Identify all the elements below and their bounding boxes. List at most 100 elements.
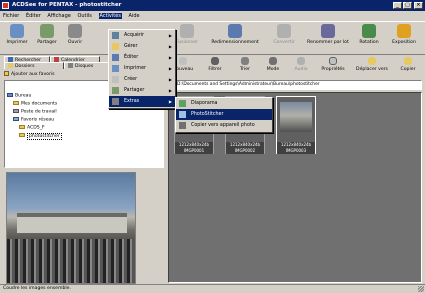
manage-icon: [112, 43, 119, 50]
folder-icon: [13, 101, 19, 105]
extras-icon: [112, 98, 119, 105]
sort-icon: [241, 57, 249, 65]
rotate-button[interactable]: Rotation: [356, 24, 382, 45]
menu-item-copy-to-camera[interactable]: Copier vers appareil photo: [176, 120, 272, 131]
thumbnail-imgp0003[interactable]: 1212x840x24b IMGP0003: [276, 96, 316, 154]
submenu-arrow-icon: ▶: [168, 55, 172, 60]
favorites-icon: [4, 71, 9, 76]
menu-item-creer[interactable]: Créer ▶: [109, 74, 175, 85]
status-bar: Coudre les images ensemble.: [0, 284, 425, 293]
rename-icon: [321, 24, 335, 38]
rotate-icon: [362, 24, 376, 38]
menu-item-partager[interactable]: Partager ▶: [109, 85, 175, 96]
print-button[interactable]: Imprimer: [4, 24, 30, 45]
submenu-arrow-icon: ▶: [168, 44, 172, 49]
sort-button[interactable]: Trier: [234, 57, 256, 72]
properties-icon: [329, 57, 337, 65]
disks-icon: [68, 63, 73, 68]
merge-button[interactable]: Fusionner: [172, 24, 202, 45]
menu-activites[interactable]: Activités: [98, 13, 122, 19]
folders-icon: [8, 63, 13, 68]
photostitcher-icon: [179, 111, 186, 118]
menu-aide[interactable]: Aide: [129, 13, 140, 19]
mode-icon: [269, 57, 277, 65]
slideshow-icon: [179, 100, 186, 107]
path-bar[interactable]: D:\Documents and Settings\Administrateur…: [168, 80, 422, 90]
batch-rename-button[interactable]: Renommer par lot: [306, 24, 350, 45]
maximize-button[interactable]: □: [403, 2, 412, 9]
app-icon[interactable]: [2, 2, 9, 9]
acquire-icon: [112, 32, 119, 39]
thumbnail-image: [280, 102, 312, 132]
menu-affichage[interactable]: Affichage: [47, 13, 71, 19]
folder-icon: [19, 125, 25, 129]
menu-item-editer[interactable]: Éditer ▶: [109, 52, 175, 63]
submenu-arrow-icon: ▶: [168, 66, 172, 71]
menu-item-diaporama[interactable]: Diaporama: [176, 98, 272, 109]
desktop-icon: [7, 93, 13, 97]
resize-icon: [228, 24, 242, 38]
open-folder-icon: [19, 133, 25, 137]
convert-button[interactable]: Convertir: [268, 24, 300, 45]
printer-icon: [10, 24, 24, 38]
open-button[interactable]: Ouvrir: [64, 24, 86, 45]
move-to-button[interactable]: Déplacer vers: [352, 57, 392, 72]
menu-outils[interactable]: Outils: [77, 13, 91, 19]
audio-icon: [297, 57, 305, 65]
image-preview: [6, 172, 136, 284]
menu-fichier[interactable]: Fichier: [3, 13, 19, 19]
preview-building: [17, 213, 127, 233]
tab-disks[interactable]: Disques: [64, 62, 112, 69]
create-icon: [112, 76, 119, 83]
tab-folders[interactable]: Dossiers: [4, 62, 64, 69]
window-title: ACDSee for PENTAX - photostitcher: [12, 2, 122, 8]
status-text: Coudre les images ensemble.: [3, 286, 71, 291]
submenu-arrow-icon: ▶: [168, 99, 172, 104]
submenu-arrow-icon: ▶: [168, 77, 172, 82]
tree-item-computer[interactable]: Poste de travail: [13, 109, 57, 116]
activities-menu: Acquérir ▶ Gérer ▶ Éditer ▶ Imprimer ▶ Créer…: [108, 29, 176, 109]
title-bar: ACDSee for PENTAX - photostitcher _ □ ×: [0, 0, 425, 11]
exposure-button[interactable]: Exposition: [388, 24, 420, 45]
submenu-arrow-icon: ▶: [168, 88, 172, 93]
convert-icon: [277, 24, 291, 38]
tree-item-acds[interactable]: ACDS_F: [19, 125, 45, 132]
share-icon: [40, 24, 54, 38]
filter-button[interactable]: Filtrer: [204, 57, 226, 72]
share-button[interactable]: Partager: [34, 24, 60, 45]
tree-item-documents[interactable]: Mes documents: [13, 101, 57, 108]
submenu-arrow-icon: ▶: [168, 33, 172, 38]
close-button[interactable]: ×: [414, 2, 423, 9]
browser-toolbar: Nouveau Filtrer Trier Mode Audio Proprié…: [168, 56, 425, 78]
edit-icon: [112, 54, 119, 61]
thumbnail-name: IMGP0002: [226, 148, 264, 154]
menu-editer[interactable]: Éditer: [26, 13, 41, 19]
menu-item-imprimer[interactable]: Imprimer ▶: [109, 63, 175, 74]
filter-icon: [211, 57, 219, 65]
preview-parking-lot: [7, 239, 135, 283]
camera-copy-icon: [179, 122, 186, 129]
properties-button[interactable]: Propriétés: [318, 57, 348, 72]
move-to-icon: [368, 57, 376, 65]
resize-button[interactable]: Redimensionnement: [210, 24, 260, 45]
share-icon: [112, 87, 119, 94]
print-icon: [112, 65, 119, 72]
menu-item-extras[interactable]: Extras ▶: [109, 96, 175, 107]
tree-item-photostitcher[interactable]: photostitcher: [19, 132, 62, 140]
tree-item-bureau[interactable]: Bureau: [7, 93, 31, 100]
audio-button[interactable]: Audio: [290, 57, 312, 72]
copy-icon: [404, 57, 412, 65]
main-toolbar: Imprimer Partager Ouvrir Fusionner Redim…: [0, 21, 425, 55]
copy-button[interactable]: Copier: [396, 57, 420, 72]
tree-item-network[interactable]: Favoris réseau: [13, 117, 54, 124]
menu-item-gerer[interactable]: Gérer ▶: [109, 41, 175, 52]
thumbnail-name: IMGP0003: [277, 148, 315, 154]
open-icon: [68, 24, 82, 38]
menu-item-photostitcher[interactable]: PhotoStitcher: [176, 109, 272, 120]
thumbnail-name: IMGP0001: [175, 148, 213, 154]
menu-item-acquerir[interactable]: Acquérir ▶: [109, 30, 175, 41]
menu-bar: Fichier Éditer Affichage Outils Activité…: [0, 11, 425, 21]
mode-button[interactable]: Mode: [262, 57, 284, 72]
resize-grip-icon[interactable]: [418, 286, 424, 292]
minimize-button[interactable]: _: [393, 2, 402, 9]
